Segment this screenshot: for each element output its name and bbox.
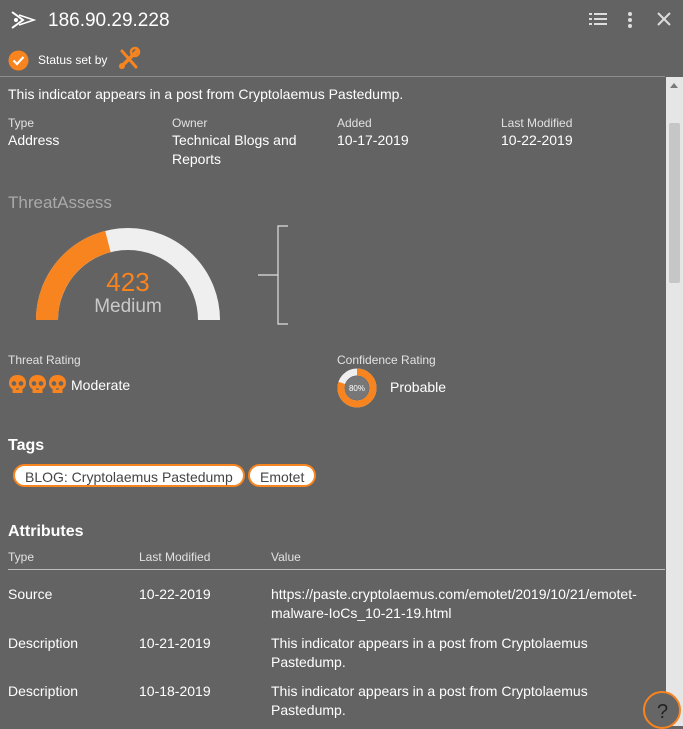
status-row: Status set by	[0, 44, 683, 76]
meta-added-value: 10-17-2019	[337, 132, 409, 148]
meta-added-label: Added	[337, 116, 372, 130]
help-label: ?	[657, 701, 669, 723]
meta-last-modified-label: Last Modified	[501, 116, 573, 130]
attribute-value-line: Pastedump.	[271, 654, 346, 670]
threat-rating-skulls	[8, 374, 68, 400]
tag-chip[interactable]: BLOG: Cryptolaemus Pastedump	[13, 464, 245, 487]
meta-owner: Owner Technical Blogs and Reports	[172, 116, 322, 169]
scrollbar-thumb[interactable]	[669, 123, 680, 283]
threatassess-level: Medium	[94, 296, 162, 317]
table-header-divider	[8, 569, 665, 570]
meta-added: Added 10-17-2019	[337, 116, 409, 150]
attribute-value-line: This indicator appears in a post from Cr…	[271, 683, 588, 699]
more-vert-icon[interactable]	[627, 11, 633, 34]
status-label: Status set by	[38, 53, 108, 67]
indicator-description: This indicator appears in a post from Cr…	[8, 86, 404, 102]
tag-chip[interactable]: Emotet	[248, 464, 317, 487]
check-circle-icon	[8, 50, 29, 76]
attribute-modified: 10-18-2019	[139, 683, 211, 699]
attributes-heading: Attributes	[8, 523, 84, 540]
threatconnect-logo-icon	[10, 9, 37, 36]
scroll-up-arrow-icon[interactable]	[670, 83, 678, 88]
meta-owner-label: Owner	[172, 116, 208, 130]
list-icon[interactable]	[589, 11, 607, 32]
close-icon[interactable]	[657, 12, 671, 31]
skull-icon	[9, 375, 26, 393]
column-header-value[interactable]: Value	[271, 550, 301, 564]
meta-last-modified: Last Modified 10-22-2019	[501, 116, 573, 150]
scrollbar[interactable]	[666, 77, 683, 726]
confidence-donut: 80%	[337, 368, 377, 408]
help-button[interactable]: ?	[643, 691, 681, 729]
attribute-type: Source	[8, 586, 53, 602]
attribute-value-line: https://paste.cryptolaemus.com/emotet/20…	[271, 586, 637, 602]
attribute-modified: 10-21-2019	[139, 635, 211, 651]
attribute-value-line: malware-IoCs_10-21-19.html	[271, 605, 452, 621]
threat-rating-value: Moderate	[71, 377, 131, 393]
meta-last-modified-value: 10-22-2019	[501, 132, 573, 148]
meta-type-value: Address	[8, 132, 60, 148]
tool-logo-icon[interactable]	[116, 46, 142, 77]
threatassess-title: ThreatAssess	[8, 193, 112, 212]
skull-icon	[49, 375, 66, 393]
attribute-type: Description	[8, 635, 79, 651]
attribute-value-line: Pastedump.	[271, 702, 346, 718]
tags-heading: Tags	[8, 437, 45, 454]
skull-icon	[29, 375, 46, 393]
meta-owner-value[interactable]: Technical Blogs and Reports	[172, 131, 322, 169]
attribute-value-line: This indicator appears in a post from Cr…	[271, 635, 588, 651]
confidence-percent: 80%	[349, 384, 365, 393]
threatassess-bracket	[258, 225, 288, 325]
column-header-type[interactable]: Type	[8, 550, 34, 564]
meta-type-label: Type	[8, 116, 35, 130]
confidence-rating-value: Probable	[390, 379, 447, 395]
header-bar: 186.90.29.228	[0, 0, 683, 42]
threatassess-score: 423	[106, 267, 150, 297]
indicator-title: 186.90.29.228	[48, 10, 170, 31]
confidence-rating-label: Confidence Rating	[337, 353, 436, 367]
threat-rating-label: Threat Rating	[8, 353, 81, 367]
attribute-type: Description	[8, 683, 79, 699]
indicator-details-pane: This indicator appears in a post from Cr…	[0, 77, 666, 726]
column-header-last-modified[interactable]: Last Modified	[139, 550, 210, 564]
attribute-modified: 10-22-2019	[139, 586, 211, 602]
meta-type: Type Address	[8, 116, 59, 150]
